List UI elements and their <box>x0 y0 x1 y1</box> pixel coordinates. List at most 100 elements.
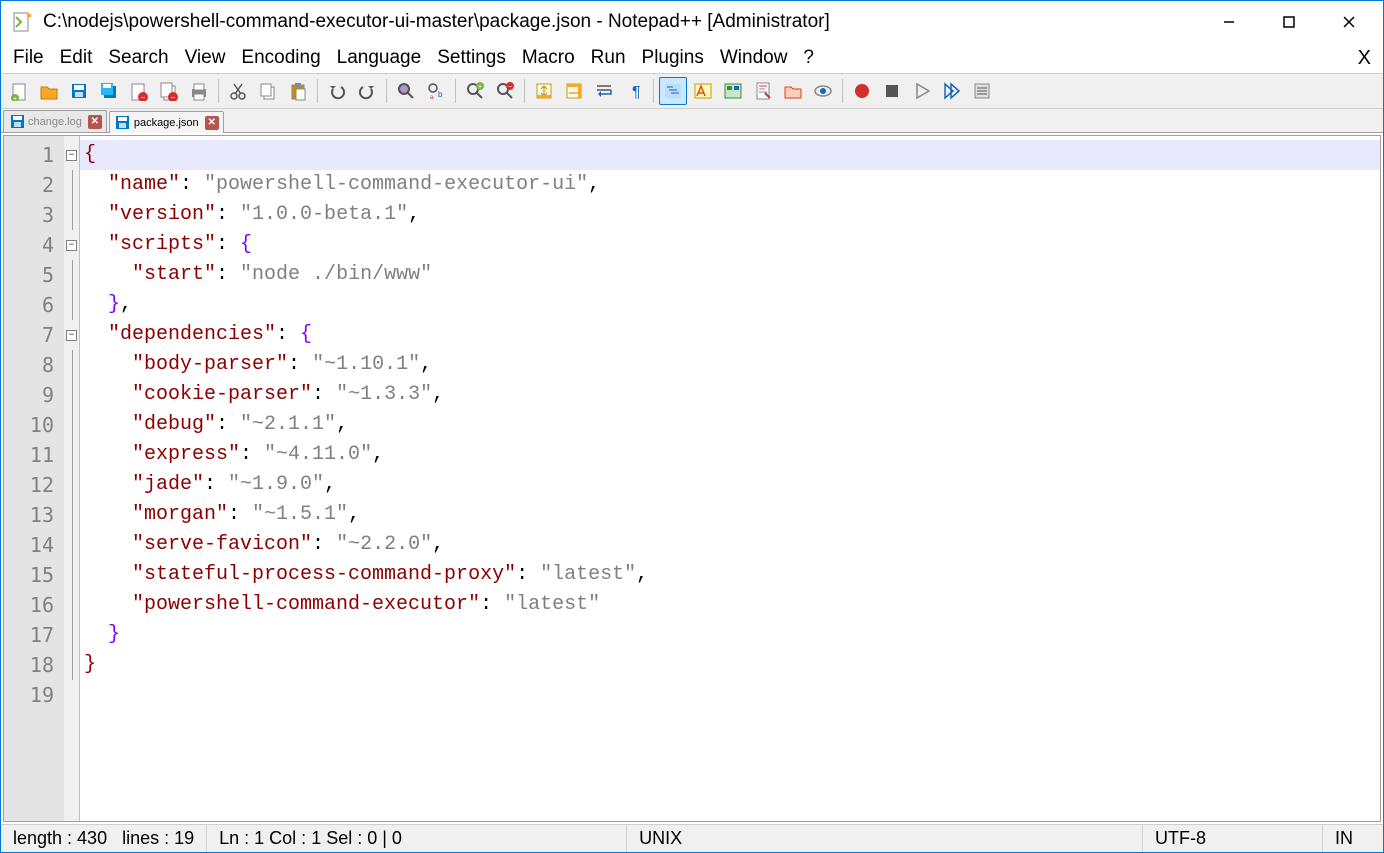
status-encoding[interactable]: UTF-8 <box>1143 825 1323 852</box>
toolbar-open-file-button[interactable] <box>35 77 63 105</box>
line-number[interactable]: 12 <box>4 470 64 500</box>
line-number[interactable]: 15 <box>4 560 64 590</box>
menu-view[interactable]: View <box>177 44 234 72</box>
line-number-gutter: 12345678910111213141516171819 <box>4 136 64 821</box>
toolbar-wrap-button[interactable] <box>590 77 618 105</box>
line-number[interactable]: 13 <box>4 500 64 530</box>
toolbar-zoom-in-button[interactable]: + <box>461 77 489 105</box>
fold-cell[interactable]: − <box>64 230 79 260</box>
code-line[interactable]: "stateful-process-command-proxy": "lates… <box>80 560 1380 590</box>
code-line[interactable]: } <box>80 620 1380 650</box>
toolbar-cut-button[interactable] <box>224 77 252 105</box>
code-line[interactable]: "cookie-parser": "~1.3.3", <box>80 380 1380 410</box>
fold-cell[interactable]: − <box>64 320 79 350</box>
line-number[interactable]: 7 <box>4 320 64 350</box>
toolbar-user-lang-button[interactable] <box>719 77 747 105</box>
code-line[interactable]: "name": "powershell-command-executor-ui"… <box>80 170 1380 200</box>
toolbar-redo-button[interactable] <box>353 77 381 105</box>
code-line[interactable]: "express": "~4.11.0", <box>80 440 1380 470</box>
toolbar-folder-button[interactable] <box>779 77 807 105</box>
menu-file[interactable]: File <box>5 44 52 72</box>
svg-text:−: − <box>508 84 512 91</box>
code-line[interactable]: "scripts": { <box>80 230 1380 260</box>
toolbar-undo-button[interactable] <box>323 77 351 105</box>
line-number[interactable]: 16 <box>4 590 64 620</box>
code-line[interactable]: "body-parser": "~1.10.1", <box>80 350 1380 380</box>
code-line[interactable]: "version": "1.0.0-beta.1", <box>80 200 1380 230</box>
line-number[interactable]: 3 <box>4 200 64 230</box>
code-line[interactable]: "start": "node ./bin/www" <box>80 260 1380 290</box>
fold-cell[interactable]: − <box>64 140 79 170</box>
status-eol[interactable]: UNIX <box>627 825 1143 852</box>
macro-menu-icon <box>972 81 992 101</box>
toolbar-close-button[interactable]: − <box>125 77 153 105</box>
menu-window[interactable]: Window <box>712 44 796 72</box>
code-line[interactable] <box>80 680 1380 710</box>
toolbar-save-button[interactable] <box>65 77 93 105</box>
code-line[interactable]: "debug": "~2.1.1", <box>80 410 1380 440</box>
menu-encoding[interactable]: Encoding <box>233 44 328 72</box>
code-line[interactable]: "morgan": "~1.5.1", <box>80 500 1380 530</box>
line-number[interactable]: 2 <box>4 170 64 200</box>
line-number[interactable]: 1 <box>4 140 64 170</box>
toolbar-record-button[interactable] <box>848 77 876 105</box>
tab-package-json[interactable]: package.json✕ <box>109 111 224 133</box>
code-line[interactable]: "powershell-command-executor": "latest" <box>80 590 1380 620</box>
toolbar-macro-menu-button[interactable] <box>968 77 996 105</box>
toolbar-play-multi-button[interactable] <box>938 77 966 105</box>
menu-search[interactable]: Search <box>100 44 176 72</box>
document-close-x[interactable]: X <box>1350 44 1379 73</box>
line-number[interactable]: 11 <box>4 440 64 470</box>
code-line[interactable]: }, <box>80 290 1380 320</box>
toolbar-print-button[interactable] <box>185 77 213 105</box>
code-line[interactable]: { <box>80 140 1380 170</box>
close-button[interactable] <box>1319 1 1379 43</box>
line-number[interactable]: 6 <box>4 290 64 320</box>
toolbar-sync-h-button[interactable] <box>560 77 588 105</box>
toolbar-lang-button[interactable] <box>689 77 717 105</box>
toolbar-indent-guide-button[interactable] <box>659 77 687 105</box>
line-number[interactable]: 8 <box>4 350 64 380</box>
tab-close-button[interactable]: ✕ <box>88 115 102 129</box>
toolbar-sync-v-button[interactable] <box>530 77 558 105</box>
maximize-button[interactable] <box>1259 1 1319 43</box>
line-number[interactable]: 10 <box>4 410 64 440</box>
status-mode[interactable]: IN <box>1323 825 1383 852</box>
line-number[interactable]: 4 <box>4 230 64 260</box>
menu-macro[interactable]: Macro <box>514 44 583 72</box>
toolbar-pilcrow-button[interactable]: ¶ <box>620 77 648 105</box>
toolbar-stop-button[interactable] <box>878 77 906 105</box>
line-number[interactable]: 17 <box>4 620 64 650</box>
menu-help[interactable]: ? <box>795 44 822 72</box>
line-number[interactable]: 5 <box>4 260 64 290</box>
code-area[interactable]: { "name": "powershell-command-executor-u… <box>80 136 1380 821</box>
minimize-button[interactable] <box>1199 1 1259 43</box>
code-line[interactable]: "dependencies": { <box>80 320 1380 350</box>
menu-language[interactable]: Language <box>329 44 430 72</box>
menu-run[interactable]: Run <box>583 44 634 72</box>
menu-edit[interactable]: Edit <box>52 44 101 72</box>
toolbar-separator <box>386 79 387 103</box>
toolbar-doc-map-button[interactable] <box>749 77 777 105</box>
line-number[interactable]: 9 <box>4 380 64 410</box>
toolbar-eye-button[interactable] <box>809 77 837 105</box>
code-line[interactable]: "serve-favicon": "~2.2.0", <box>80 530 1380 560</box>
tab-change-log[interactable]: change.log✕ <box>3 110 107 132</box>
toolbar-new-file-button[interactable]: + <box>5 77 33 105</box>
toolbar-close-all-button[interactable]: − <box>155 77 183 105</box>
toolbar-save-all-button[interactable] <box>95 77 123 105</box>
line-number[interactable]: 14 <box>4 530 64 560</box>
toolbar-zoom-out-button[interactable]: − <box>491 77 519 105</box>
code-line[interactable]: "jade": "~1.9.0", <box>80 470 1380 500</box>
toolbar-paste-button[interactable] <box>284 77 312 105</box>
menu-plugins[interactable]: Plugins <box>634 44 712 72</box>
toolbar-play-button[interactable] <box>908 77 936 105</box>
toolbar-find-button[interactable] <box>392 77 420 105</box>
code-line[interactable]: } <box>80 650 1380 680</box>
line-number[interactable]: 19 <box>4 680 64 710</box>
line-number[interactable]: 18 <box>4 650 64 680</box>
toolbar-replace-button[interactable]: ba <box>422 77 450 105</box>
tab-close-button[interactable]: ✕ <box>205 116 219 130</box>
toolbar-copy-button[interactable] <box>254 77 282 105</box>
menu-settings[interactable]: Settings <box>429 44 514 72</box>
